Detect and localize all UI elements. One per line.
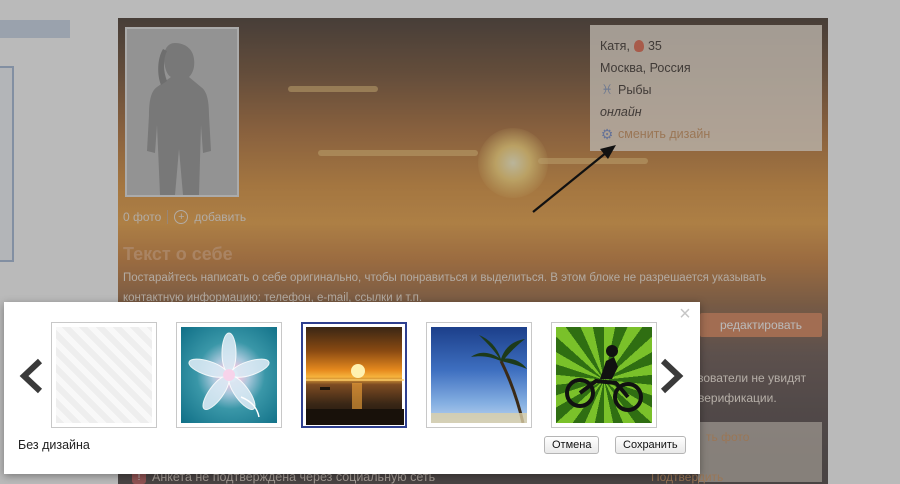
chevron-left-icon <box>19 358 43 394</box>
pattern-thumbnail-icon <box>56 327 152 423</box>
flower-thumbnail-icon <box>181 327 277 423</box>
theme-thumbnail-palm[interactable] <box>426 322 532 428</box>
chevron-right-icon <box>660 358 684 394</box>
next-arrow-button[interactable] <box>659 358 685 394</box>
palm-thumbnail-icon <box>431 327 527 424</box>
motorcycle-thumbnail-icon <box>556 327 652 423</box>
theme-thumbnail-none[interactable] <box>51 322 157 428</box>
save-button[interactable]: Сохранить <box>615 436 686 454</box>
close-icon[interactable]: × <box>676 304 694 324</box>
design-chooser-modal: × Без дизайна Отмена Сохранить <box>4 302 700 474</box>
selected-theme-label: Без дизайна <box>18 438 90 452</box>
theme-thumbnail-flower[interactable] <box>176 322 282 428</box>
cancel-button[interactable]: Отмена <box>544 436 600 454</box>
theme-thumbnail-moto[interactable] <box>551 322 657 428</box>
sunset-thumbnail-icon <box>306 327 404 425</box>
prev-arrow-button[interactable] <box>18 358 44 394</box>
theme-thumbnail-sunset[interactable] <box>301 322 407 428</box>
